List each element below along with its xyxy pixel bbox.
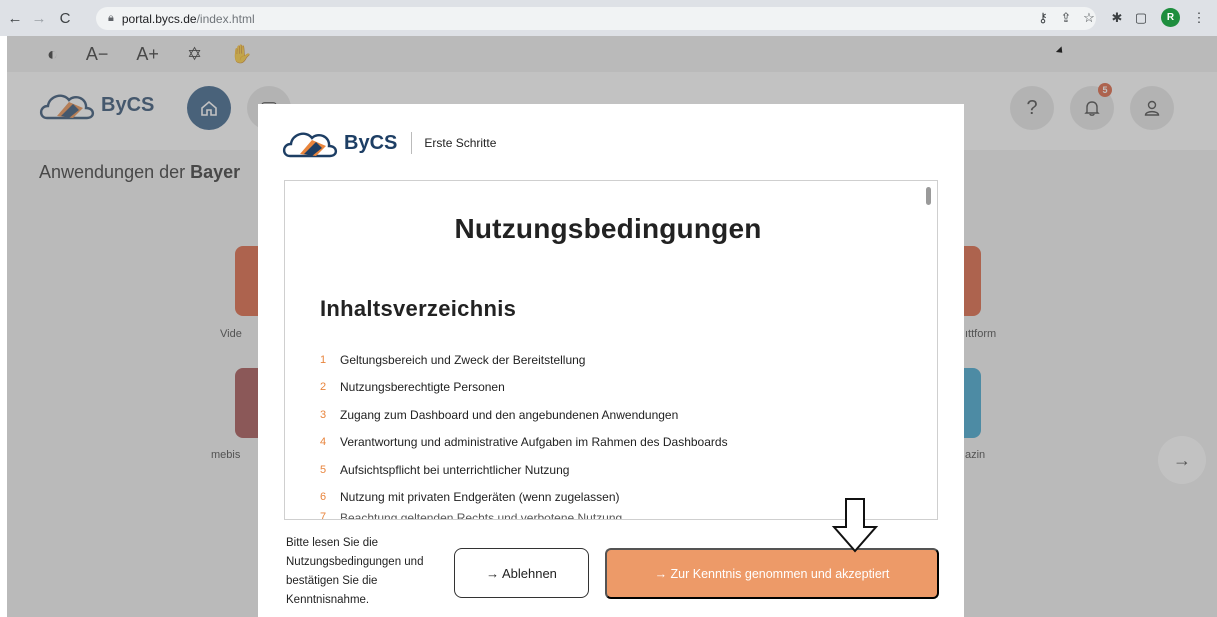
toc-number: 7 [320,511,327,520]
toc-label: Verantwortung und administrative Aufgabe… [340,435,728,450]
toc-number: 2 [320,381,327,394]
star-icon[interactable]: ☆ [1080,9,1098,27]
toc-number: 6 [320,491,327,504]
toc-item[interactable]: 3 Zugang zum Dashboard und den angebunden… [320,401,728,429]
share-icon[interactable]: ⇪ [1057,9,1075,27]
toc-label: Beachtung geltenden Rechts und verbotene… [340,511,623,520]
sidepanel-icon[interactable]: ▢ [1132,9,1150,27]
toc-item[interactable]: 4 Verantwortung und administrative Aufgab… [320,429,728,457]
menu-icon[interactable]: ⋮ [1190,9,1208,27]
down-arrow-annotation-icon [831,498,879,553]
toc-item[interactable]: 5 Aufsichtspflicht bei unterrichtlicher N… [320,456,728,484]
profile-avatar[interactable]: R [1161,8,1180,27]
terms-scroll-area[interactable]: Nutzungsbedingungen Inhaltsverzeichnis 1… [284,180,938,520]
toc-label: Nutzungsberechtigte Personen [340,380,505,395]
table-of-contents: 1 Geltungsbereich und Zweck der Bereitste… [320,346,728,520]
footer-instruction: Bitte lesen Sie die Nutzungsbedingungen … [286,537,424,606]
toc-title: Inhaltsverzeichnis [320,296,517,321]
modal-logo: ByCS [282,126,397,160]
toc-label: Geltungsbereich und Zweck der Bereitstel… [340,352,586,367]
modal-header: ByCS Erste Schritte [282,126,496,160]
toc-item[interactable]: 2 Nutzungsberechtigte Personen [320,374,728,402]
key-icon[interactable]: ⚷ [1034,9,1052,27]
lock-icon: 🔒︎ [108,12,114,24]
reject-button[interactable]: → Ablehnen [454,548,589,598]
toc-label: Aufsichtspflicht bei unterrichtlicher Nu… [340,462,570,477]
browser-toolbar: ← → C 🔒︎ portal.bycs.de/index.html ⚷ ⇪ ☆… [0,0,1217,36]
back-arrow-icon[interactable]: ← [4,7,26,29]
toc-item[interactable]: 1 Geltungsbereich und Zweck der Bereitste… [320,346,728,374]
toc-label: Nutzung mit privaten Endgeräten (wenn zu… [340,490,620,505]
toc-number: 3 [320,408,327,421]
address-bar[interactable]: 🔒︎ portal.bycs.de/index.html [96,7,1096,30]
accept-button[interactable]: → Zur Kenntnis genommen und akzeptiert [605,548,939,599]
url-path: /index.html [196,11,255,26]
toc-number: 1 [320,353,327,366]
toc-label: Zugang zum Dashboard und den angebundene… [340,407,679,422]
toc-number: 5 [320,463,327,476]
terms-title: Nutzungsbedingungen [454,213,762,244]
modal-subtitle: Erste Schritte [424,136,497,150]
toc-item[interactable]: 6 Nutzung mit privaten Endgeräten (wenn z… [320,484,728,512]
modal-logo-text: ByCS [344,131,398,154]
extensions-icon[interactable]: ✱ [1108,9,1126,27]
forward-arrow-icon[interactable]: → [28,7,50,29]
toc-item[interactable]: 7 Beachtung geltenden Rechts und verboten… [320,511,728,520]
url-host: portal.bycs.de [121,11,197,26]
scrollbar-thumb[interactable] [926,187,931,205]
bycs-cloud-logo-icon [282,132,338,158]
reload-icon[interactable]: C [54,7,76,29]
toc-number: 4 [320,436,327,449]
header-divider [411,132,413,154]
